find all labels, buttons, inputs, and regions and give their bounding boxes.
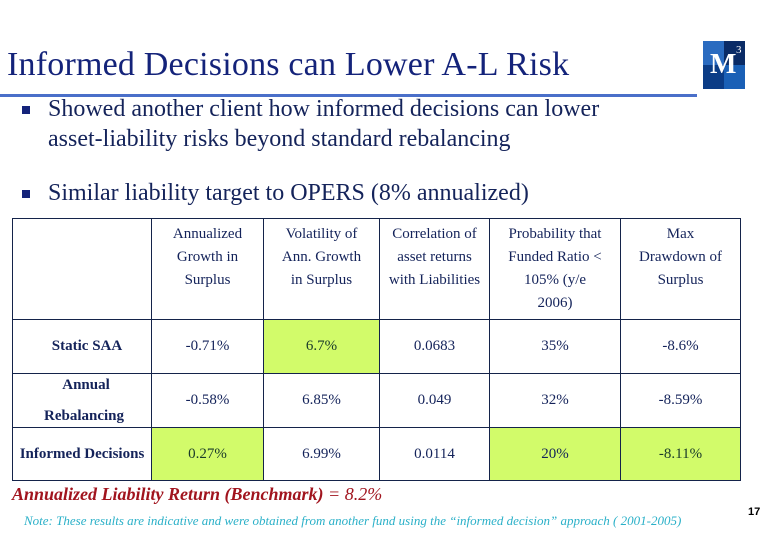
cell-drawdown: -8.11% — [620, 427, 741, 481]
header-probability: Probability that Funded Ratio < 105% (y/… — [489, 218, 621, 320]
table-row: Annual Rebalancing -0.58% 6.85% 0.049 32… — [12, 373, 741, 428]
header-annualized-growth: Annualized Growth in Surplus — [151, 218, 264, 320]
cell-growth: -0.71% — [151, 319, 264, 374]
m3-logo: M 3 — [703, 41, 745, 89]
cell-correlation: 0.0683 — [379, 319, 490, 374]
risk-comparison-table: Annualized Growth in Surplus Volatility … — [12, 218, 741, 481]
benchmark-label: Annualized Liability Return (Benchmark) — [12, 484, 324, 504]
bullet-square-icon — [22, 190, 30, 198]
header-empty — [12, 218, 152, 320]
benchmark-value: = 8.2% — [323, 484, 383, 504]
table-row: Informed Decisions 0.27% 6.99% 0.0114 20… — [12, 427, 741, 481]
row-label: Informed Decisions — [12, 427, 152, 481]
row-label: Static SAA — [12, 319, 152, 374]
benchmark-line: Annualized Liability Return (Benchmark) … — [12, 484, 382, 505]
cell-probability: 35% — [489, 319, 621, 374]
header-volatility: Volatility of Ann. Growth in Surplus — [263, 218, 380, 320]
table-row: Static SAA -0.71% 6.7% 0.0683 35% -8.6% — [12, 319, 741, 374]
footnote: Note: These results are indicative and w… — [24, 513, 682, 528]
page-number: 17 — [748, 506, 761, 518]
cell-volatility: 6.99% — [263, 427, 380, 481]
cell-volatility: 6.7% — [263, 319, 380, 374]
slide-title: Informed Decisions can Lower A-L Risk — [7, 46, 570, 83]
cell-correlation: 0.0114 — [379, 427, 490, 481]
cell-drawdown: -8.59% — [620, 373, 741, 428]
bullet-square-icon — [22, 106, 30, 114]
logo-letter: M — [710, 49, 737, 80]
cell-growth: -0.58% — [151, 373, 264, 428]
bullet-1-line-2: asset-liability risks beyond standard re… — [48, 126, 511, 152]
logo-superscript: 3 — [736, 44, 742, 56]
header-max-drawdown: Max Drawdown of Surplus — [620, 218, 741, 320]
cell-probability: 20% — [489, 427, 621, 481]
bullet-2-line-1: Similar liability target to OPERS (8% an… — [48, 180, 529, 206]
cell-probability: 32% — [489, 373, 621, 428]
cell-drawdown: -8.6% — [620, 319, 741, 374]
bullet-1-line-1: Showed another client how informed decis… — [48, 96, 600, 122]
cell-growth: 0.27% — [151, 427, 264, 481]
row-label: Annual Rebalancing — [12, 373, 152, 428]
header-correlation: Correlation of asset returns with Liabil… — [379, 218, 490, 320]
table-header-row: Annualized Growth in Surplus Volatility … — [12, 218, 741, 320]
cell-correlation: 0.049 — [379, 373, 490, 428]
cell-volatility: 6.85% — [263, 373, 380, 428]
